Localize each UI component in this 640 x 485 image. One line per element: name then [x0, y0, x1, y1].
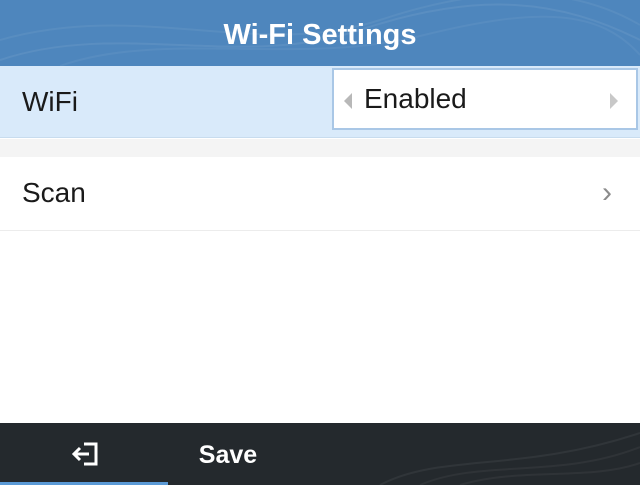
wifi-setting-row[interactable]: WiFi Enabled — [0, 66, 640, 138]
back-button[interactable] — [0, 423, 168, 485]
save-label: Save — [198, 441, 258, 469]
title-bar: Wi-Fi Settings — [0, 0, 640, 66]
wifi-state-selector[interactable]: Enabled — [332, 68, 638, 130]
section-divider — [0, 139, 640, 157]
back-exit-icon — [72, 442, 98, 466]
wifi-settings-screen: Wi-Fi Settings WiFi Enabled Scan › Save — [0, 0, 640, 485]
scan-row[interactable]: Scan › — [0, 157, 640, 231]
arrow-left-icon[interactable] — [344, 93, 352, 109]
wifi-label: WiFi — [22, 86, 78, 117]
page-title: Wi-Fi Settings — [223, 19, 417, 51]
wifi-state-value: Enabled — [364, 83, 467, 114]
save-button[interactable]: Save — [168, 423, 298, 485]
arrow-right-icon[interactable] — [610, 93, 618, 109]
scan-label: Scan — [22, 177, 86, 208]
softkey-bar: Save — [0, 423, 640, 485]
chevron-right-icon: › — [602, 176, 612, 209]
